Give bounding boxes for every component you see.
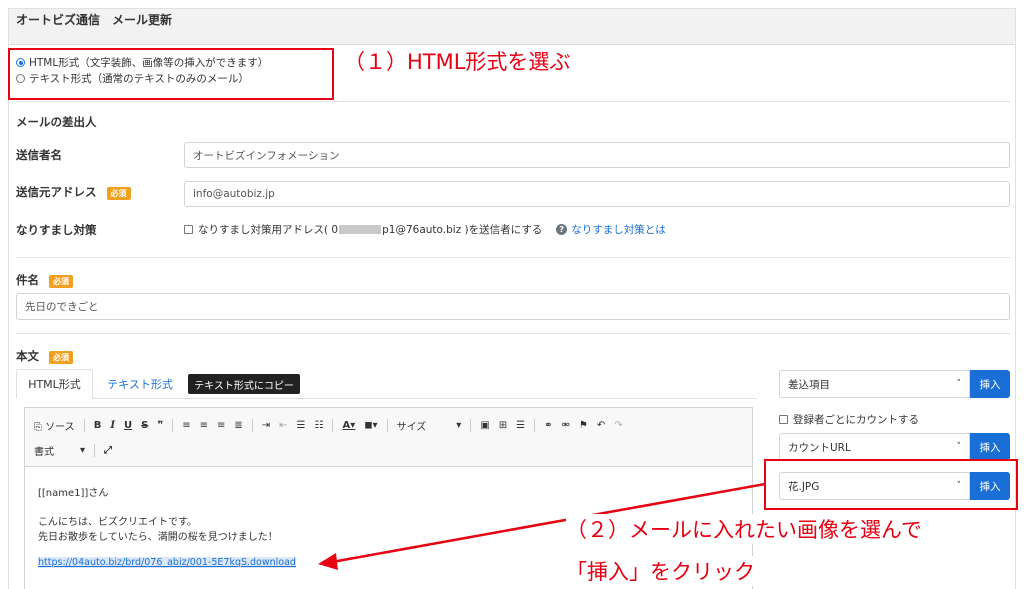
required-badge: 必須 bbox=[49, 275, 74, 288]
format-label: 書式 bbox=[34, 447, 54, 458]
chevron-down-icon: ˅ bbox=[956, 379, 962, 389]
tab-html[interactable]: HTML形式 bbox=[16, 369, 93, 399]
tab-text[interactable]: テキスト形式 bbox=[97, 369, 183, 399]
insert-field-value: 差込項目 bbox=[788, 378, 830, 391]
numbered-list-icon[interactable]: ☷ bbox=[315, 420, 324, 431]
image-icon[interactable]: ▣ bbox=[480, 420, 489, 431]
toolbar-separator bbox=[386, 419, 388, 432]
toolbar-separator bbox=[172, 419, 174, 432]
spoof-help[interactable]: ? なりすまし対策とは bbox=[556, 222, 666, 237]
count-url-insert-button[interactable]: 挿入 bbox=[970, 433, 1010, 461]
source-label: ソース bbox=[45, 422, 75, 433]
align-center-icon[interactable]: ≡ bbox=[200, 420, 208, 431]
page-title: オートビズ通信 メール更新 bbox=[16, 13, 173, 27]
horizontal-rule-icon[interactable]: ☰ bbox=[516, 420, 525, 431]
link-icon[interactable]: ⚭ bbox=[544, 420, 552, 431]
annotation-step2-line1: （２）メールに入れたい画像を選んで bbox=[566, 514, 922, 544]
spoof-checkbox[interactable] bbox=[184, 225, 193, 234]
annotation-box-image bbox=[764, 459, 1018, 510]
divider bbox=[16, 257, 1010, 258]
maximize-icon[interactable]: ⤢ bbox=[104, 445, 112, 456]
subject-label-row: 件名 必須 bbox=[16, 272, 74, 288]
editor-toolbar-row1: ⎘ ソース B I U S ❞ ≡ ≡ ≡ ≣ ⇥ ⇤ ☰ ☷ A▾ ◼▾ サイ… bbox=[34, 418, 632, 433]
spoof-label: なりすまし対策 bbox=[16, 223, 97, 237]
bold-icon[interactable]: B bbox=[94, 420, 102, 431]
content-line-name: [[name1]]さん bbox=[38, 488, 109, 499]
source-button[interactable]: ⎘ ソース bbox=[34, 418, 75, 433]
divider bbox=[16, 333, 1010, 334]
align-justify-icon[interactable]: ≣ bbox=[234, 420, 242, 431]
copy-to-text-tooltip[interactable]: テキスト形式にコピー bbox=[188, 374, 300, 394]
from-address-label-text: 送信元アドレス bbox=[16, 185, 97, 199]
spoof-checkbox-row[interactable]: なりすまし対策用アドレス( 0 p1@76auto.biz )を送信者にする ?… bbox=[184, 222, 666, 237]
format-select[interactable]: 書式 bbox=[34, 443, 54, 458]
bulleted-list-icon[interactable]: ☰ bbox=[297, 420, 306, 431]
count-checkbox-label: 登録者ごとにカウントする bbox=[793, 414, 919, 426]
spoof-checkbox-prefix: なりすまし対策用アドレス( 0 bbox=[198, 224, 339, 236]
from-address-label: 送信元アドレス 必須 bbox=[16, 184, 131, 200]
align-right-icon[interactable]: ≡ bbox=[217, 420, 225, 431]
sender-name-input[interactable]: オートビズインフォメーション bbox=[184, 142, 1010, 168]
subject-input[interactable]: 先日のできごと bbox=[16, 293, 1010, 320]
insert-field-button[interactable]: 挿入 bbox=[970, 370, 1010, 398]
help-icon: ? bbox=[556, 224, 568, 235]
outdent-icon[interactable]: ⇤ bbox=[279, 420, 287, 431]
strikethrough-icon[interactable]: S bbox=[141, 420, 148, 431]
underline-icon[interactable]: U bbox=[124, 420, 132, 431]
editor-toolbar-row2: 書式 ▾ ⤢ bbox=[34, 443, 121, 458]
bg-color-icon[interactable]: ◼▾ bbox=[364, 420, 377, 431]
subject-value: 先日のできごと bbox=[25, 301, 99, 313]
count-url-select[interactable]: カウントURL ˅ bbox=[779, 433, 970, 461]
annotation-box-format bbox=[8, 48, 334, 100]
spoof-checkbox-suffix: p1@76auto.biz )を送信者にする bbox=[382, 224, 543, 236]
italic-icon[interactable]: I bbox=[110, 420, 115, 431]
spoof-help-link[interactable]: なりすまし対策とは bbox=[571, 222, 666, 237]
redo-icon[interactable]: ↷ bbox=[614, 420, 622, 431]
align-left-icon[interactable]: ≡ bbox=[182, 420, 190, 431]
from-address-value: info@autobiz.jp bbox=[193, 188, 275, 200]
body-label-row: 本文 必須 bbox=[16, 348, 74, 364]
toolbar-separator bbox=[94, 444, 96, 457]
table-icon[interactable]: ⊞ bbox=[499, 420, 507, 431]
required-badge: 必須 bbox=[106, 187, 131, 200]
content-image-link[interactable]: https://04auto.biz/brd/076_abiz/001-5E7k… bbox=[38, 557, 296, 568]
sender-section-title: メールの差出人 bbox=[16, 115, 97, 129]
divider bbox=[16, 101, 1010, 102]
toolbar-separator bbox=[470, 419, 472, 432]
font-size-label: サイズ bbox=[396, 422, 427, 433]
unlink-icon[interactable]: ⚮ bbox=[562, 420, 570, 431]
content-line-message: 先日お散歩をしていたら、満開の桜を見つけました！ bbox=[38, 532, 278, 543]
indent-icon[interactable]: ⇥ bbox=[262, 420, 270, 431]
text-color-icon[interactable]: A▾ bbox=[342, 420, 355, 431]
toolbar-separator bbox=[332, 419, 334, 432]
redacted-block bbox=[339, 225, 382, 234]
insert-field-select[interactable]: 差込項目 ˅ bbox=[779, 370, 970, 398]
chevron-down-icon[interactable]: ▾ bbox=[456, 420, 461, 431]
sender-name-value: オートビズインフォメーション bbox=[193, 149, 340, 162]
chevron-down-icon: ˅ bbox=[956, 442, 962, 452]
undo-icon[interactable]: ↶ bbox=[597, 420, 605, 431]
anchor-flag-icon[interactable]: ⚑ bbox=[579, 420, 588, 431]
font-size-select[interactable]: サイズ bbox=[397, 418, 427, 433]
content-line-greeting: こんにちは、ビズクリエイトです。 bbox=[38, 517, 197, 528]
required-badge: 必須 bbox=[49, 351, 74, 364]
count-url-value: カウントURL bbox=[788, 441, 851, 454]
blockquote-icon[interactable]: ❞ bbox=[157, 420, 163, 431]
annotation-step2-line2: 「挿入」をクリック bbox=[566, 556, 755, 586]
body-label: 本文 bbox=[16, 349, 39, 363]
toolbar-separator bbox=[534, 419, 536, 432]
toolbar-separator bbox=[83, 419, 85, 432]
chevron-down-icon[interactable]: ▾ bbox=[80, 445, 85, 456]
subject-label: 件名 bbox=[16, 273, 39, 287]
from-address-input[interactable]: info@autobiz.jp bbox=[184, 181, 1010, 207]
toolbar-separator bbox=[251, 419, 253, 432]
sender-name-label: 送信者名 bbox=[16, 148, 62, 162]
count-checkbox-row[interactable]: 登録者ごとにカウントする bbox=[779, 412, 919, 427]
count-checkbox[interactable] bbox=[779, 415, 788, 424]
annotation-step1: （１）HTML形式を選ぶ bbox=[344, 50, 571, 74]
